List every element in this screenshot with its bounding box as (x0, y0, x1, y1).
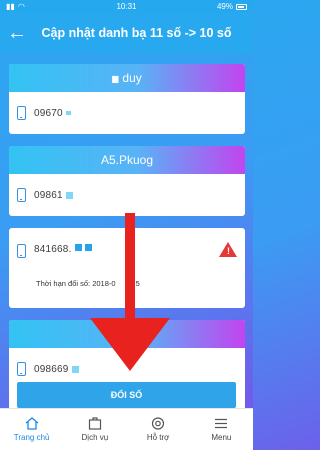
status-time: 10:31 (116, 2, 137, 11)
nav-item-label: Trang chủ (13, 433, 50, 442)
blur-mark (65, 191, 73, 199)
home-icon (25, 417, 39, 430)
change-number-button[interactable]: ĐỔI SỐ (17, 382, 236, 408)
phone-icon (17, 188, 26, 202)
nav-item-services[interactable]: Dịch vụ (63, 409, 126, 450)
contact-card[interactable]: ▆ duy 09670 (9, 64, 245, 134)
support-icon (152, 417, 165, 430)
blur-mark (74, 244, 82, 251)
blur-mark (71, 365, 79, 373)
menu-icon (215, 418, 228, 429)
status-bar: ▮▮ ◠ 10:31 49% (0, 0, 253, 13)
warning-mark: ! (227, 246, 230, 256)
phone-number: 09670 (34, 107, 63, 119)
contact-badge-icon: ▆ (112, 73, 119, 83)
page-title: Cập nhật danh bạ 11 số -> 10 số (41, 26, 232, 40)
nav-item-label: Hỗ trợ (146, 433, 170, 442)
contact-number-row: 09861 (9, 174, 245, 216)
contact-name: ▆ duy (9, 64, 245, 92)
nav-item-label: Menu (211, 433, 232, 442)
blur-mark (65, 111, 71, 115)
nav-item-home[interactable]: Trang chủ (0, 409, 63, 450)
arrow-head (90, 318, 170, 371)
nav-item-label: Dịch vụ (81, 433, 109, 442)
contact-number-row: 09670 (9, 92, 245, 134)
contact-name: A5.Pkuog (9, 146, 245, 174)
phone-icon (17, 244, 26, 258)
nav-item-support[interactable]: Hỗ trợ (127, 409, 190, 450)
nav-item-menu[interactable]: Menu (190, 409, 253, 450)
phone-number: 098669 (34, 363, 69, 375)
contact-name-text: duy (122, 71, 142, 85)
phone-icon (17, 362, 26, 376)
phone-icon (17, 106, 26, 120)
phone-number: 841668. (34, 244, 72, 255)
bottom-nav: Trang chủ Dịch vụ Hỗ trợ Menu (0, 408, 253, 450)
services-icon (88, 417, 101, 430)
app-bar: ← Cập nhật danh bạ 11 số -> 10 số (0, 13, 253, 53)
back-arrow-icon[interactable]: ← (0, 13, 34, 53)
contact-card[interactable]: A5.Pkuog 09861 (9, 146, 245, 216)
phone-number: 09861 (34, 189, 63, 201)
red-arrow-annotation (90, 213, 170, 371)
battery-icon (236, 3, 247, 10)
arrow-shaft (125, 213, 135, 323)
